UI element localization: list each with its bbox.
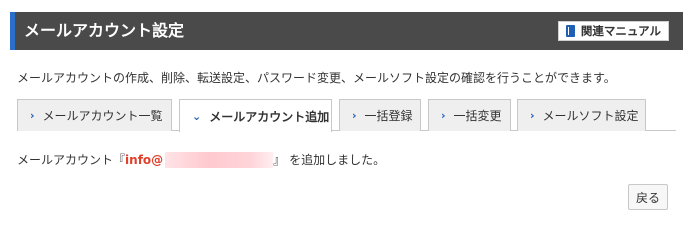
tab-mail-software[interactable]: › メールソフト設定 xyxy=(517,99,646,131)
chevron-right-icon: › xyxy=(441,109,446,122)
related-manual-label: 関連マニュアル xyxy=(580,26,661,38)
email-local-part: info@ xyxy=(125,152,164,167)
tab-bar: › メールアカウント一覧 ⌄ メールアカウント追加 › 一括登録 › 一括変更 … xyxy=(17,99,676,132)
related-manual-button[interactable]: 関連マニュアル xyxy=(557,21,669,41)
chevron-right-icon: › xyxy=(352,109,357,122)
message-prefix: メールアカウント xyxy=(17,153,114,167)
redacted-domain xyxy=(165,151,274,168)
added-email: info@ xyxy=(125,151,274,168)
back-button[interactable]: 戻る xyxy=(628,184,668,210)
tab-label: メールソフト設定 xyxy=(542,109,639,123)
open-quote: 『 xyxy=(113,153,126,167)
tab-label: 一括登録 xyxy=(364,109,413,123)
chevron-down-icon: ⌄ xyxy=(192,109,202,123)
message-suffix: を追加しました。 xyxy=(289,153,386,167)
tab-account-list[interactable]: › メールアカウント一覧 xyxy=(17,99,172,131)
chevron-right-icon: › xyxy=(530,109,535,122)
tab-bulk-change[interactable]: › 一括変更 xyxy=(428,99,511,131)
page-header: メールアカウント設定 関連マニュアル xyxy=(10,12,683,50)
book-icon xyxy=(565,25,575,37)
tab-label: メールアカウント追加 xyxy=(209,109,330,124)
close-quote: 』 xyxy=(273,153,286,167)
chevron-right-icon: › xyxy=(30,109,35,122)
tab-account-add[interactable]: ⌄ メールアカウント追加 xyxy=(179,99,332,132)
tab-label: 一括変更 xyxy=(453,109,502,123)
page-description: メールアカウントの作成、削除、転送設定、パスワード変更、メールソフト設定の確認を… xyxy=(17,71,616,85)
success-message: メールアカウント 『 info@ 』 を追加しました。 xyxy=(17,151,385,168)
tab-label: メールアカウント一覧 xyxy=(42,109,163,123)
page-title: メールアカウント設定 xyxy=(24,21,185,40)
tab-bulk-register[interactable]: › 一括登録 xyxy=(339,99,421,131)
